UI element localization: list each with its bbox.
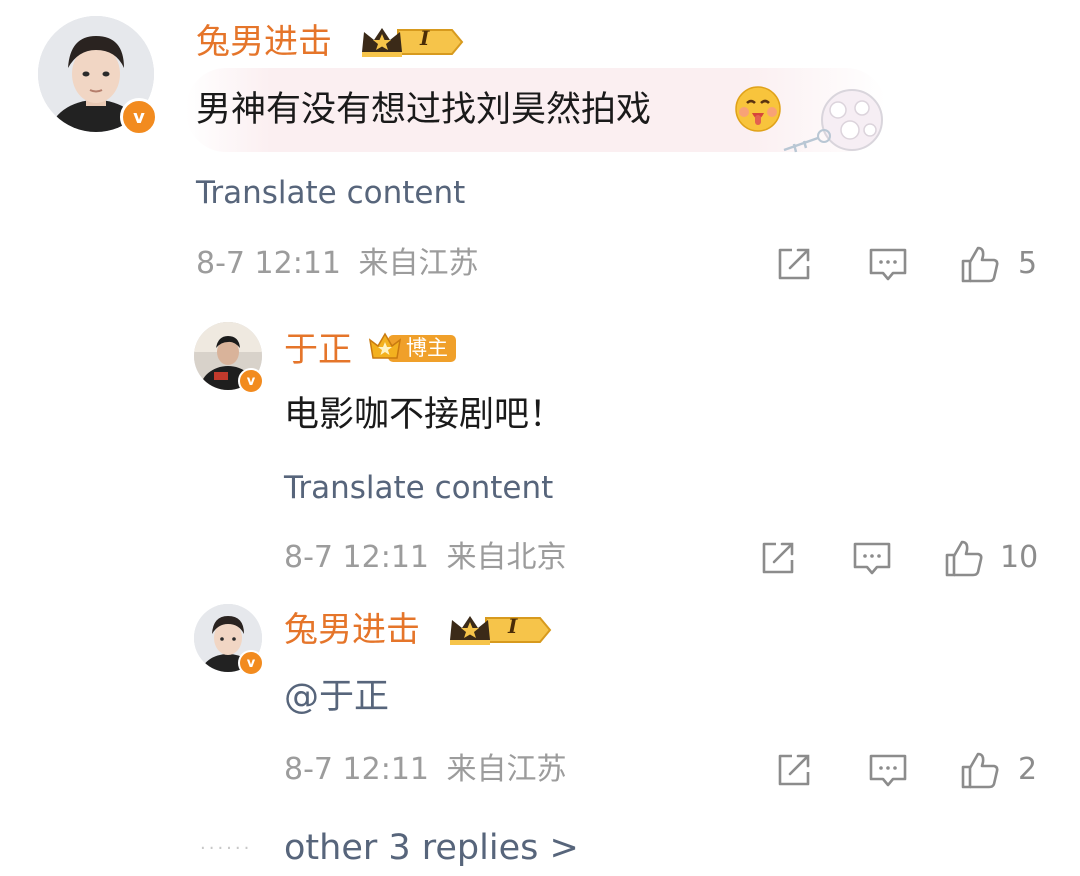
like-icon <box>945 540 983 577</box>
reply-date: 8-7 12:11 <box>284 752 429 787</box>
like-icon <box>961 752 999 789</box>
reply-username[interactable]: 兔男进击 <box>284 610 420 650</box>
blogger-badge: 博主 <box>368 330 458 366</box>
repost-button[interactable] <box>774 244 818 286</box>
reply-meta: 8-7 12:11 来自北京 <box>284 540 567 576</box>
like-count: 2 <box>1018 752 1038 787</box>
reply-mention-text[interactable]: @于正 <box>284 675 389 719</box>
verified-badge-icon: v <box>238 368 264 394</box>
emoji-icon <box>734 85 782 133</box>
comment-meta: 8-7 12:11 来自江苏 <box>196 246 479 282</box>
reply-text: 电影咖不接剧吧！ <box>284 395 565 435</box>
comment-button[interactable] <box>852 538 896 580</box>
verified-badge-icon: v <box>238 650 264 676</box>
crown-level-badge-icon: I <box>358 22 464 62</box>
verified-badge-icon: v <box>120 98 158 136</box>
reply-username[interactable]: 于正 <box>284 330 352 370</box>
sparkle-decoration-icon <box>782 84 894 160</box>
reply-meta: 8-7 12:11 来自江苏 <box>284 752 567 788</box>
crown-level-badge-icon: I <box>446 610 552 650</box>
comment-icon <box>853 542 891 575</box>
comment-location: 来自江苏 <box>358 246 479 281</box>
repost-button[interactable] <box>758 538 802 580</box>
comment-text: 男神有没有想过找刘昊然拍戏 <box>196 90 652 130</box>
more-replies-link[interactable]: other 3 replies > <box>284 828 579 868</box>
reply-divider-dots: ······ <box>200 838 253 859</box>
comment-button[interactable] <box>868 750 912 792</box>
repost-icon <box>778 248 810 280</box>
like-button[interactable]: 5 <box>960 244 1037 284</box>
comment-icon <box>869 248 907 281</box>
repost-button[interactable] <box>774 750 818 792</box>
reply-location: 来自江苏 <box>446 752 567 787</box>
repost-icon <box>778 754 810 786</box>
like-button[interactable]: 10 <box>944 538 1038 578</box>
comment-username[interactable]: 兔男进击 <box>196 22 332 62</box>
comment-date: 8-7 12:11 <box>196 246 341 281</box>
repost-icon <box>762 542 794 574</box>
reply-location: 来自北京 <box>446 540 567 575</box>
like-button[interactable]: 2 <box>960 750 1037 790</box>
translate-content-link[interactable]: Translate content <box>284 470 553 506</box>
like-icon <box>961 246 999 283</box>
like-count: 5 <box>1018 246 1038 281</box>
translate-content-link[interactable]: Translate content <box>196 175 465 211</box>
comment-icon <box>869 754 907 787</box>
like-count: 10 <box>1000 540 1039 575</box>
reply-date: 8-7 12:11 <box>284 540 429 575</box>
comment-button[interactable] <box>868 244 912 286</box>
